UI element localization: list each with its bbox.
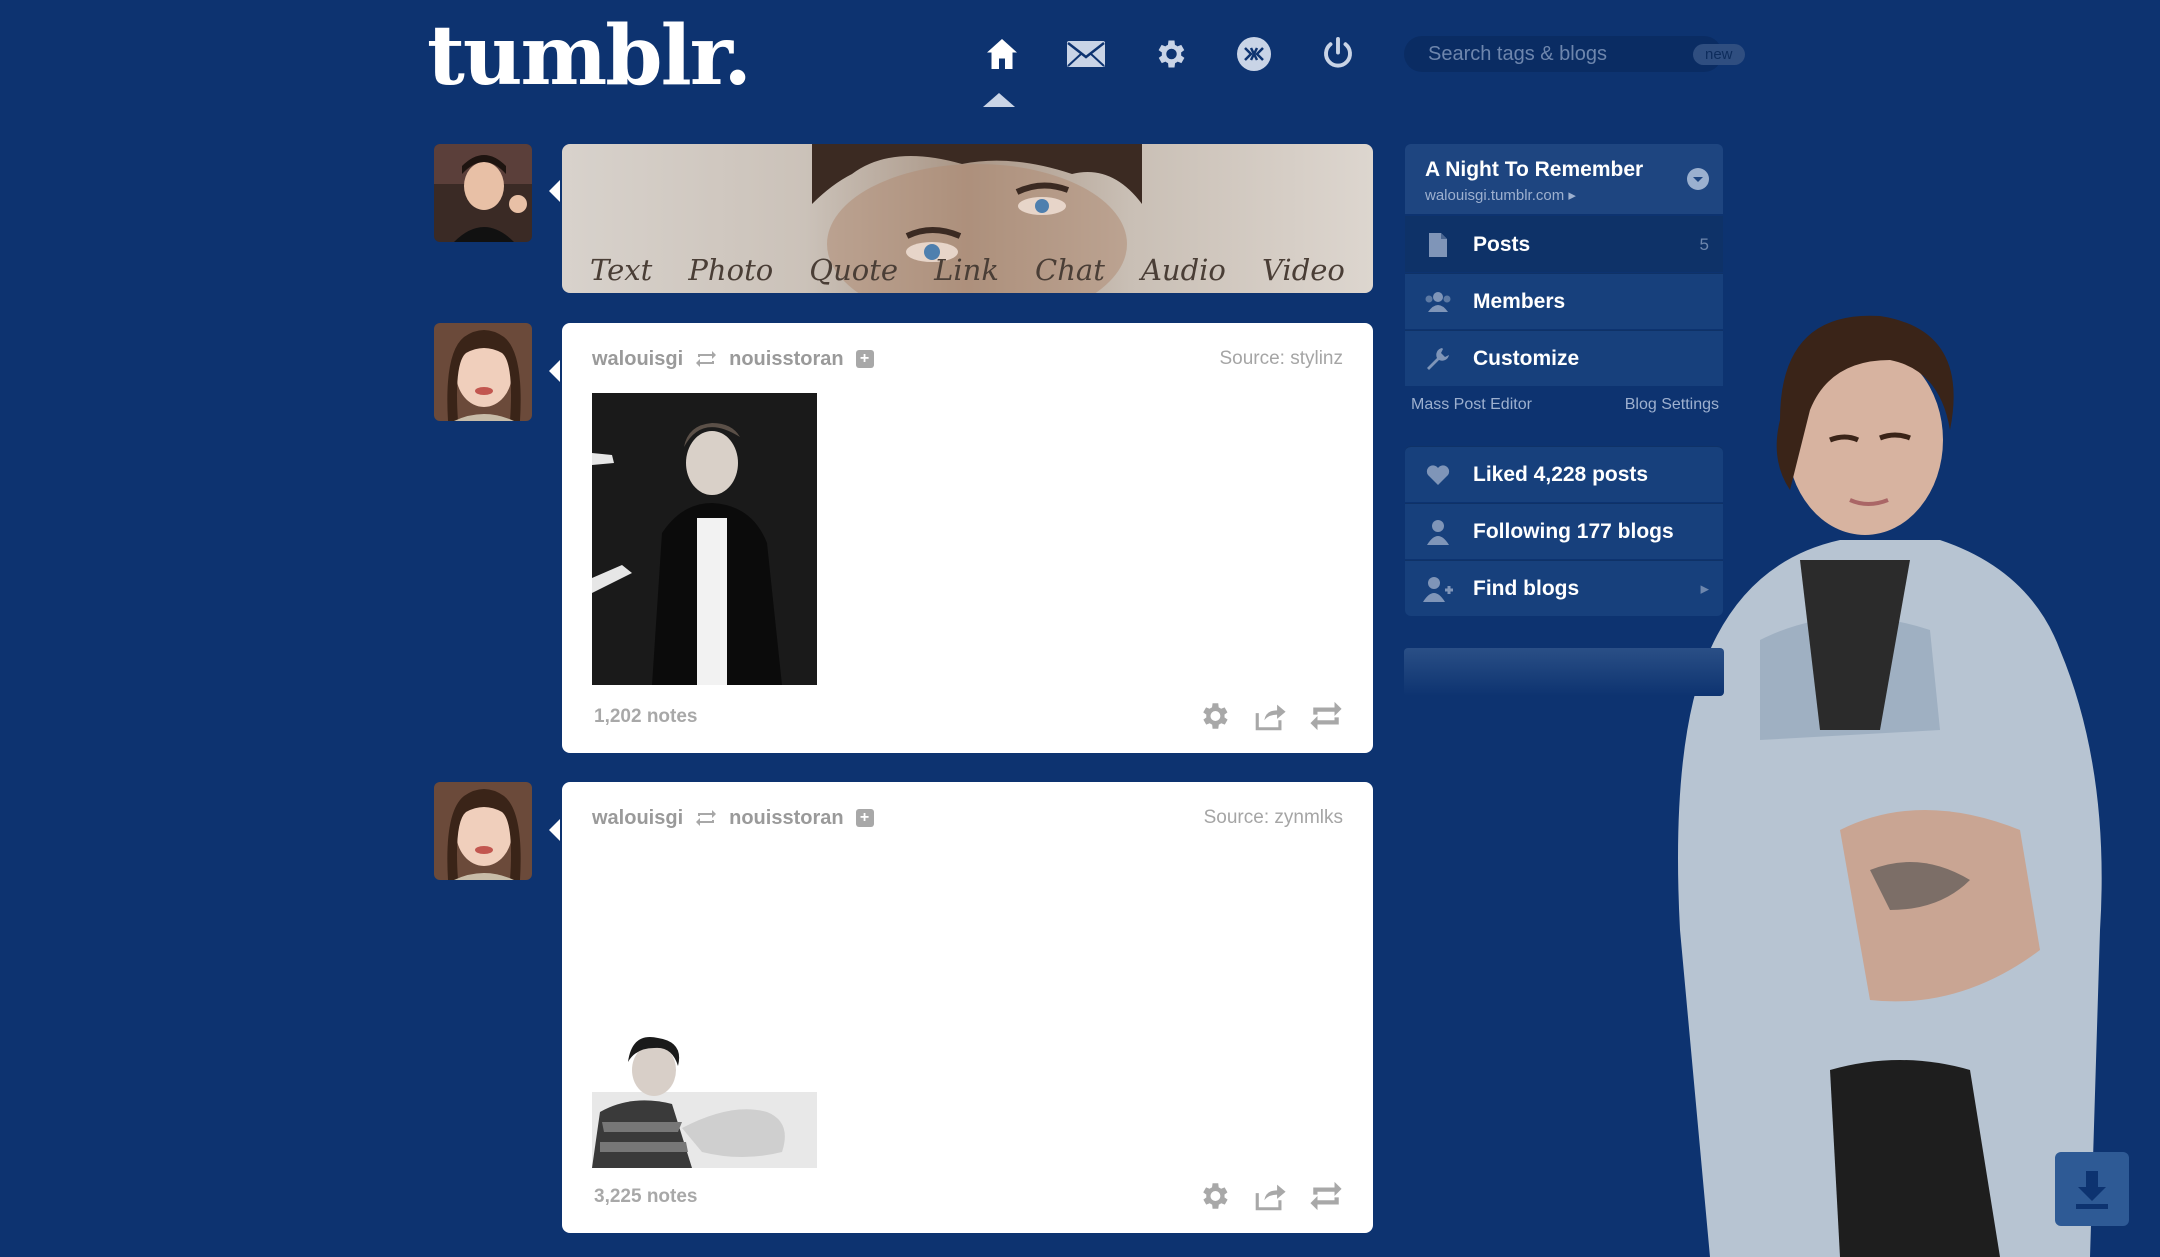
- post-type-quote[interactable]: Quote: [809, 253, 898, 287]
- avatar-pointer: [549, 819, 560, 841]
- blog-tools-links: Mass Post Editor Blog Settings: [1411, 396, 1719, 414]
- post-header: walouisgi nouisstoran + Source: stylinz: [592, 345, 1343, 373]
- follow-plus-icon[interactable]: +: [855, 350, 874, 368]
- tumblr-logo[interactable]: tumblr.: [427, 8, 752, 104]
- nav-home[interactable]: [960, 24, 1044, 84]
- home-icon: [987, 39, 1017, 69]
- new-post-box: Text Photo Quote Link Chat Audio Video: [562, 144, 1373, 293]
- post-author[interactable]: walouisgi: [592, 348, 683, 371]
- post-photo[interactable]: [592, 1032, 817, 1168]
- post-photo[interactable]: [592, 393, 817, 685]
- avatar-image: [434, 144, 532, 242]
- post-type-link[interactable]: Link: [934, 253, 999, 287]
- post-type-text[interactable]: Text: [590, 253, 652, 287]
- post-actions: [1197, 1179, 1343, 1213]
- reblog-icon: [695, 350, 717, 368]
- posts-count: 5: [1699, 234, 1709, 254]
- blog-switcher[interactable]: A Night To Remember walouisgi.tumblr.com…: [1405, 144, 1723, 214]
- mass-post-editor-link[interactable]: Mass Post Editor: [1411, 396, 1532, 414]
- mail-icon: [1067, 41, 1105, 67]
- chevron-right-icon: ▸: [1700, 578, 1709, 598]
- sidebar-item-label: Liked 4,228 posts: [1473, 462, 1649, 486]
- sidebar-item-customize[interactable]: Customize: [1405, 330, 1723, 386]
- nav-settings[interactable]: [1128, 24, 1212, 84]
- sidebar-footer: [1404, 648, 1724, 696]
- document-icon: [1423, 230, 1453, 260]
- post-type-video[interactable]: Video: [1262, 253, 1345, 287]
- blog-settings-link[interactable]: Blog Settings: [1625, 396, 1719, 414]
- top-nav: [960, 24, 1380, 84]
- reblogged-from[interactable]: nouisstoran: [729, 807, 843, 830]
- post-notes[interactable]: 3,225 notes: [594, 1186, 698, 1208]
- avatar-image: [434, 782, 532, 880]
- blog-url: walouisgi.tumblr.com ▸: [1425, 187, 1576, 204]
- gear-icon: [1158, 40, 1185, 68]
- my-avatar[interactable]: [434, 144, 532, 242]
- nav-xkit[interactable]: [1212, 24, 1296, 84]
- sidebar-item-posts[interactable]: Posts 5: [1405, 216, 1723, 272]
- download-button[interactable]: [2055, 1152, 2129, 1226]
- post-card: walouisgi nouisstoran + Source: stylinz …: [562, 323, 1373, 753]
- post-actions: [1197, 699, 1343, 733]
- avatar-pointer: [549, 360, 560, 382]
- sidebar-item-label: Following 177 blogs: [1473, 519, 1674, 543]
- gear-icon[interactable]: [1197, 699, 1231, 733]
- search-bar: new: [1404, 36, 1745, 72]
- post-notes[interactable]: 1,202 notes: [594, 706, 698, 728]
- sidebar-item-label: Posts: [1473, 232, 1531, 256]
- blog-title: A Night To Remember: [1425, 158, 1644, 181]
- sidebar-item-label: Find blogs: [1473, 576, 1580, 600]
- avatar-image: [434, 323, 532, 421]
- post-type-chat[interactable]: Chat: [1035, 253, 1105, 287]
- post-source[interactable]: Source: stylinz: [1219, 348, 1343, 370]
- reblog-icon[interactable]: [1309, 1179, 1343, 1213]
- chevron-down-icon[interactable]: [1687, 168, 1709, 190]
- post-author[interactable]: walouisgi: [592, 807, 683, 830]
- sidebar-item-find-blogs[interactable]: Find blogs ▸: [1405, 560, 1723, 616]
- reblogged-from[interactable]: nouisstoran: [729, 348, 843, 371]
- post-type-list: Text Photo Quote Link Chat Audio Video: [562, 253, 1373, 287]
- members-icon: [1423, 287, 1453, 317]
- share-icon[interactable]: [1253, 1179, 1287, 1213]
- add-person-icon: [1423, 574, 1453, 604]
- xkit-icon: [1237, 37, 1271, 71]
- person-icon: [1423, 517, 1453, 547]
- active-nav-caret: [983, 93, 1015, 107]
- post-avatar[interactable]: [434, 782, 532, 880]
- reblog-icon[interactable]: [1309, 699, 1343, 733]
- post-type-photo[interactable]: Photo: [688, 253, 773, 287]
- sidebar-item-members[interactable]: Members: [1405, 273, 1723, 329]
- download-icon: [2076, 1171, 2108, 1209]
- nav-logout[interactable]: [1296, 24, 1380, 84]
- gear-icon[interactable]: [1197, 1179, 1231, 1213]
- avatar-pointer: [549, 180, 560, 202]
- reblog-icon: [695, 809, 717, 827]
- share-icon[interactable]: [1253, 699, 1287, 733]
- follow-plus-icon[interactable]: +: [855, 809, 874, 827]
- post-avatar[interactable]: [434, 323, 532, 421]
- wrench-icon: [1423, 344, 1453, 374]
- heart-icon: [1423, 460, 1453, 490]
- new-badge: new: [1693, 43, 1745, 65]
- post-header: walouisgi nouisstoran + Source: zynmlks: [592, 804, 1343, 832]
- search-input[interactable]: [1428, 42, 1693, 66]
- sidebar-item-label: Customize: [1473, 346, 1580, 370]
- nav-inbox[interactable]: [1044, 24, 1128, 84]
- sidebar-item-label: Members: [1473, 289, 1566, 313]
- sidebar-item-following[interactable]: Following 177 blogs: [1405, 503, 1723, 559]
- power-icon: [1324, 37, 1352, 68]
- post-card: walouisgi nouisstoran + Source: zynmlks …: [562, 782, 1373, 1233]
- post-source[interactable]: Source: zynmlks: [1204, 807, 1343, 829]
- sidebar-item-liked[interactable]: Liked 4,228 posts: [1405, 446, 1723, 502]
- post-type-audio[interactable]: Audio: [1141, 253, 1226, 287]
